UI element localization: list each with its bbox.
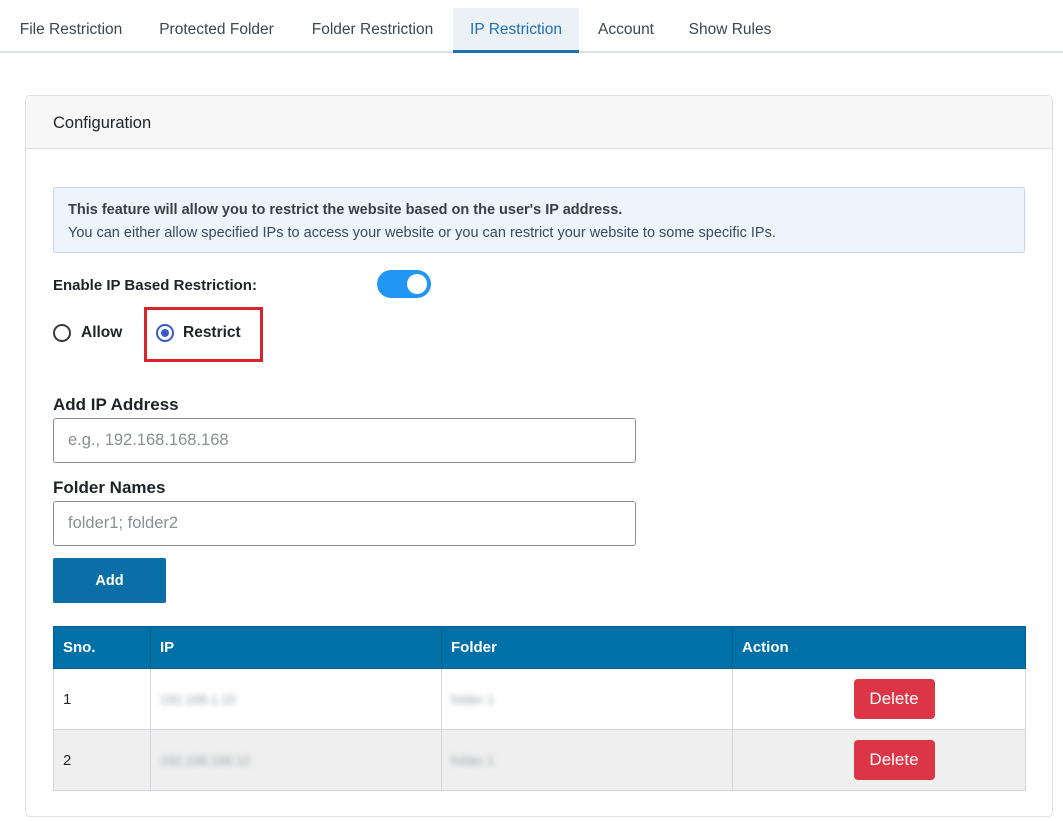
add-button[interactable]: Add (53, 558, 166, 603)
table-row: 2 192.168.168.12 folder 1 Delete (53, 729, 1026, 791)
tab-show-rules[interactable]: Show Rules (677, 8, 783, 53)
allow-radio[interactable] (53, 324, 71, 342)
cell-folder: folder 1 (441, 729, 733, 791)
cell-sno: 1 (53, 668, 151, 730)
delete-button[interactable]: Delete (853, 740, 935, 780)
tab-file-restriction[interactable]: File Restriction (6, 8, 136, 53)
header-folder: Folder (441, 626, 733, 669)
folder-value: folder 1 (451, 691, 495, 707)
tab-bar: File Restriction Protected Folder Folder… (0, 0, 1063, 53)
card-header: Configuration (26, 96, 1052, 149)
cell-sno: 2 (53, 729, 151, 791)
ip-address-label: Add IP Address (53, 395, 179, 414)
table-row: 1 192.168.1.10 folder 1 Delete (53, 668, 1026, 730)
enable-ip-restriction-toggle[interactable] (377, 270, 431, 298)
tab-ip-restriction[interactable]: IP Restriction (453, 8, 579, 53)
header-action: Action (732, 626, 1026, 669)
card-title: Configuration (53, 114, 152, 132)
cell-folder: folder 1 (441, 668, 733, 730)
cell-ip: 192.168.168.12 (150, 729, 442, 791)
tab-account[interactable]: Account (586, 8, 666, 53)
alert-body: You can either allow specified IPs to ac… (68, 225, 776, 241)
cell-action: Delete (732, 729, 1026, 791)
toggle-knob (407, 274, 427, 294)
tab-folder-restriction[interactable]: Folder Restriction (297, 8, 448, 53)
ip-rules-table: Sno. IP Folder Action 1 192.168.1.10 fol… (53, 626, 1026, 791)
ip-address-input[interactable] (53, 418, 636, 463)
folder-value: folder 1 (451, 752, 495, 768)
cell-action: Delete (732, 668, 1026, 730)
folder-names-input[interactable] (53, 501, 636, 546)
allow-radio-label[interactable]: Allow (81, 324, 122, 342)
folder-names-label: Folder Names (53, 478, 166, 497)
ip-value: 192.168.168.12 (160, 752, 251, 768)
header-ip: IP (150, 626, 442, 669)
info-alert: This feature will allow you to restrict … (53, 187, 1025, 253)
ip-value: 192.168.1.10 (160, 691, 236, 707)
restrict-highlight-box (144, 307, 263, 362)
enable-ip-restriction-label: Enable IP Based Restriction: (53, 277, 257, 294)
header-sno: Sno. (53, 626, 151, 669)
table-header-row: Sno. IP Folder Action (53, 626, 1026, 669)
tab-protected-folder[interactable]: Protected Folder (145, 8, 288, 53)
cell-ip: 192.168.1.10 (150, 668, 442, 730)
alert-heading: This feature will allow you to restrict … (68, 202, 623, 218)
delete-button[interactable]: Delete (853, 679, 935, 719)
